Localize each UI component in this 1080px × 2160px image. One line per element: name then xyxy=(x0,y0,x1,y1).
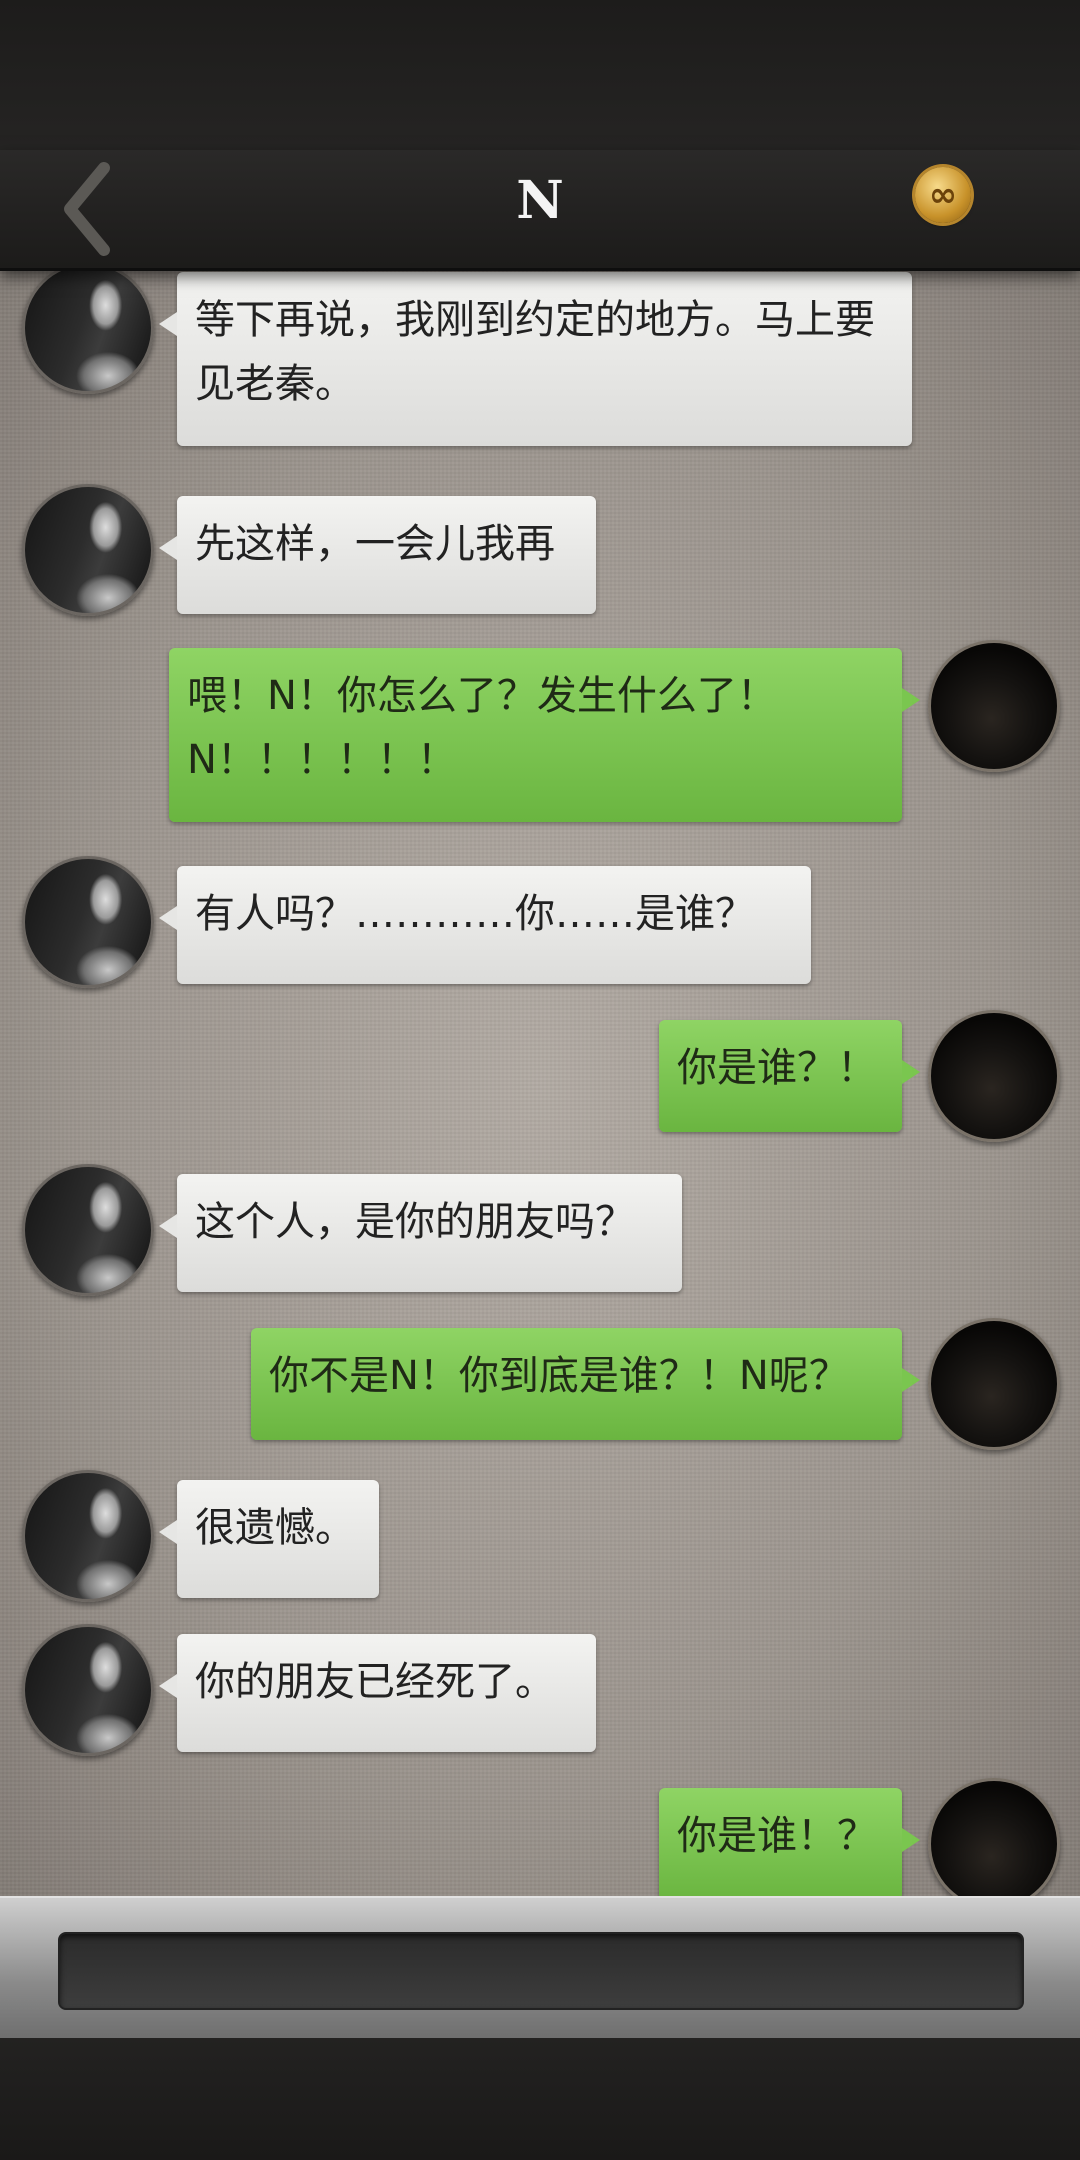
bottom-bar xyxy=(0,2038,1080,2160)
contact-avatar[interactable] xyxy=(22,1164,154,1296)
message-bubble[interactable]: 你是谁？！ xyxy=(659,1020,920,1132)
user-avatar[interactable] xyxy=(928,1318,1060,1450)
message-bubble[interactable]: 你的朋友已经死了。 xyxy=(159,1634,596,1752)
contact-avatar[interactable] xyxy=(22,1470,154,1602)
user-avatar[interactable] xyxy=(928,1778,1060,1896)
message-bubble[interactable]: 先这样，一会儿我再 xyxy=(159,496,596,614)
message-bubble[interactable]: 很遗憾。 xyxy=(159,1480,379,1598)
contact-avatar[interactable] xyxy=(22,268,154,394)
message-bubble[interactable]: 等下再说，我刚到约定的地方。马上要见老秦。 xyxy=(159,272,912,446)
chat-message-list[interactable]: 等下再说，我刚到约定的地方。马上要见老秦。 先这样，一会儿我再 喂！N！你怎么了… xyxy=(0,268,1080,1896)
message-bubble[interactable]: 喂！N！你怎么了？发生什么了！N！！！！！！ xyxy=(169,648,920,822)
input-panel xyxy=(0,1896,1080,2040)
user-avatar[interactable] xyxy=(928,640,1060,772)
status-bar xyxy=(0,0,1080,150)
message-input[interactable] xyxy=(58,1932,1024,2010)
user-avatar[interactable] xyxy=(928,1010,1060,1142)
contact-avatar[interactable] xyxy=(22,856,154,988)
contact-avatar[interactable] xyxy=(22,484,154,616)
infinity-coin-icon[interactable]: ∞ xyxy=(915,167,971,223)
message-bubble[interactable]: 你不是N！你到底是谁？！N呢？ xyxy=(251,1328,920,1440)
navigation-bar: N ∞ xyxy=(0,150,1080,271)
message-bubble[interactable]: 你是谁！？ xyxy=(659,1788,920,1896)
message-bubble[interactable]: 有人吗？…………你……是谁？ xyxy=(159,866,811,984)
message-bubble[interactable]: 这个人，是你的朋友吗？ xyxy=(159,1174,682,1292)
contact-avatar[interactable] xyxy=(22,1624,154,1756)
